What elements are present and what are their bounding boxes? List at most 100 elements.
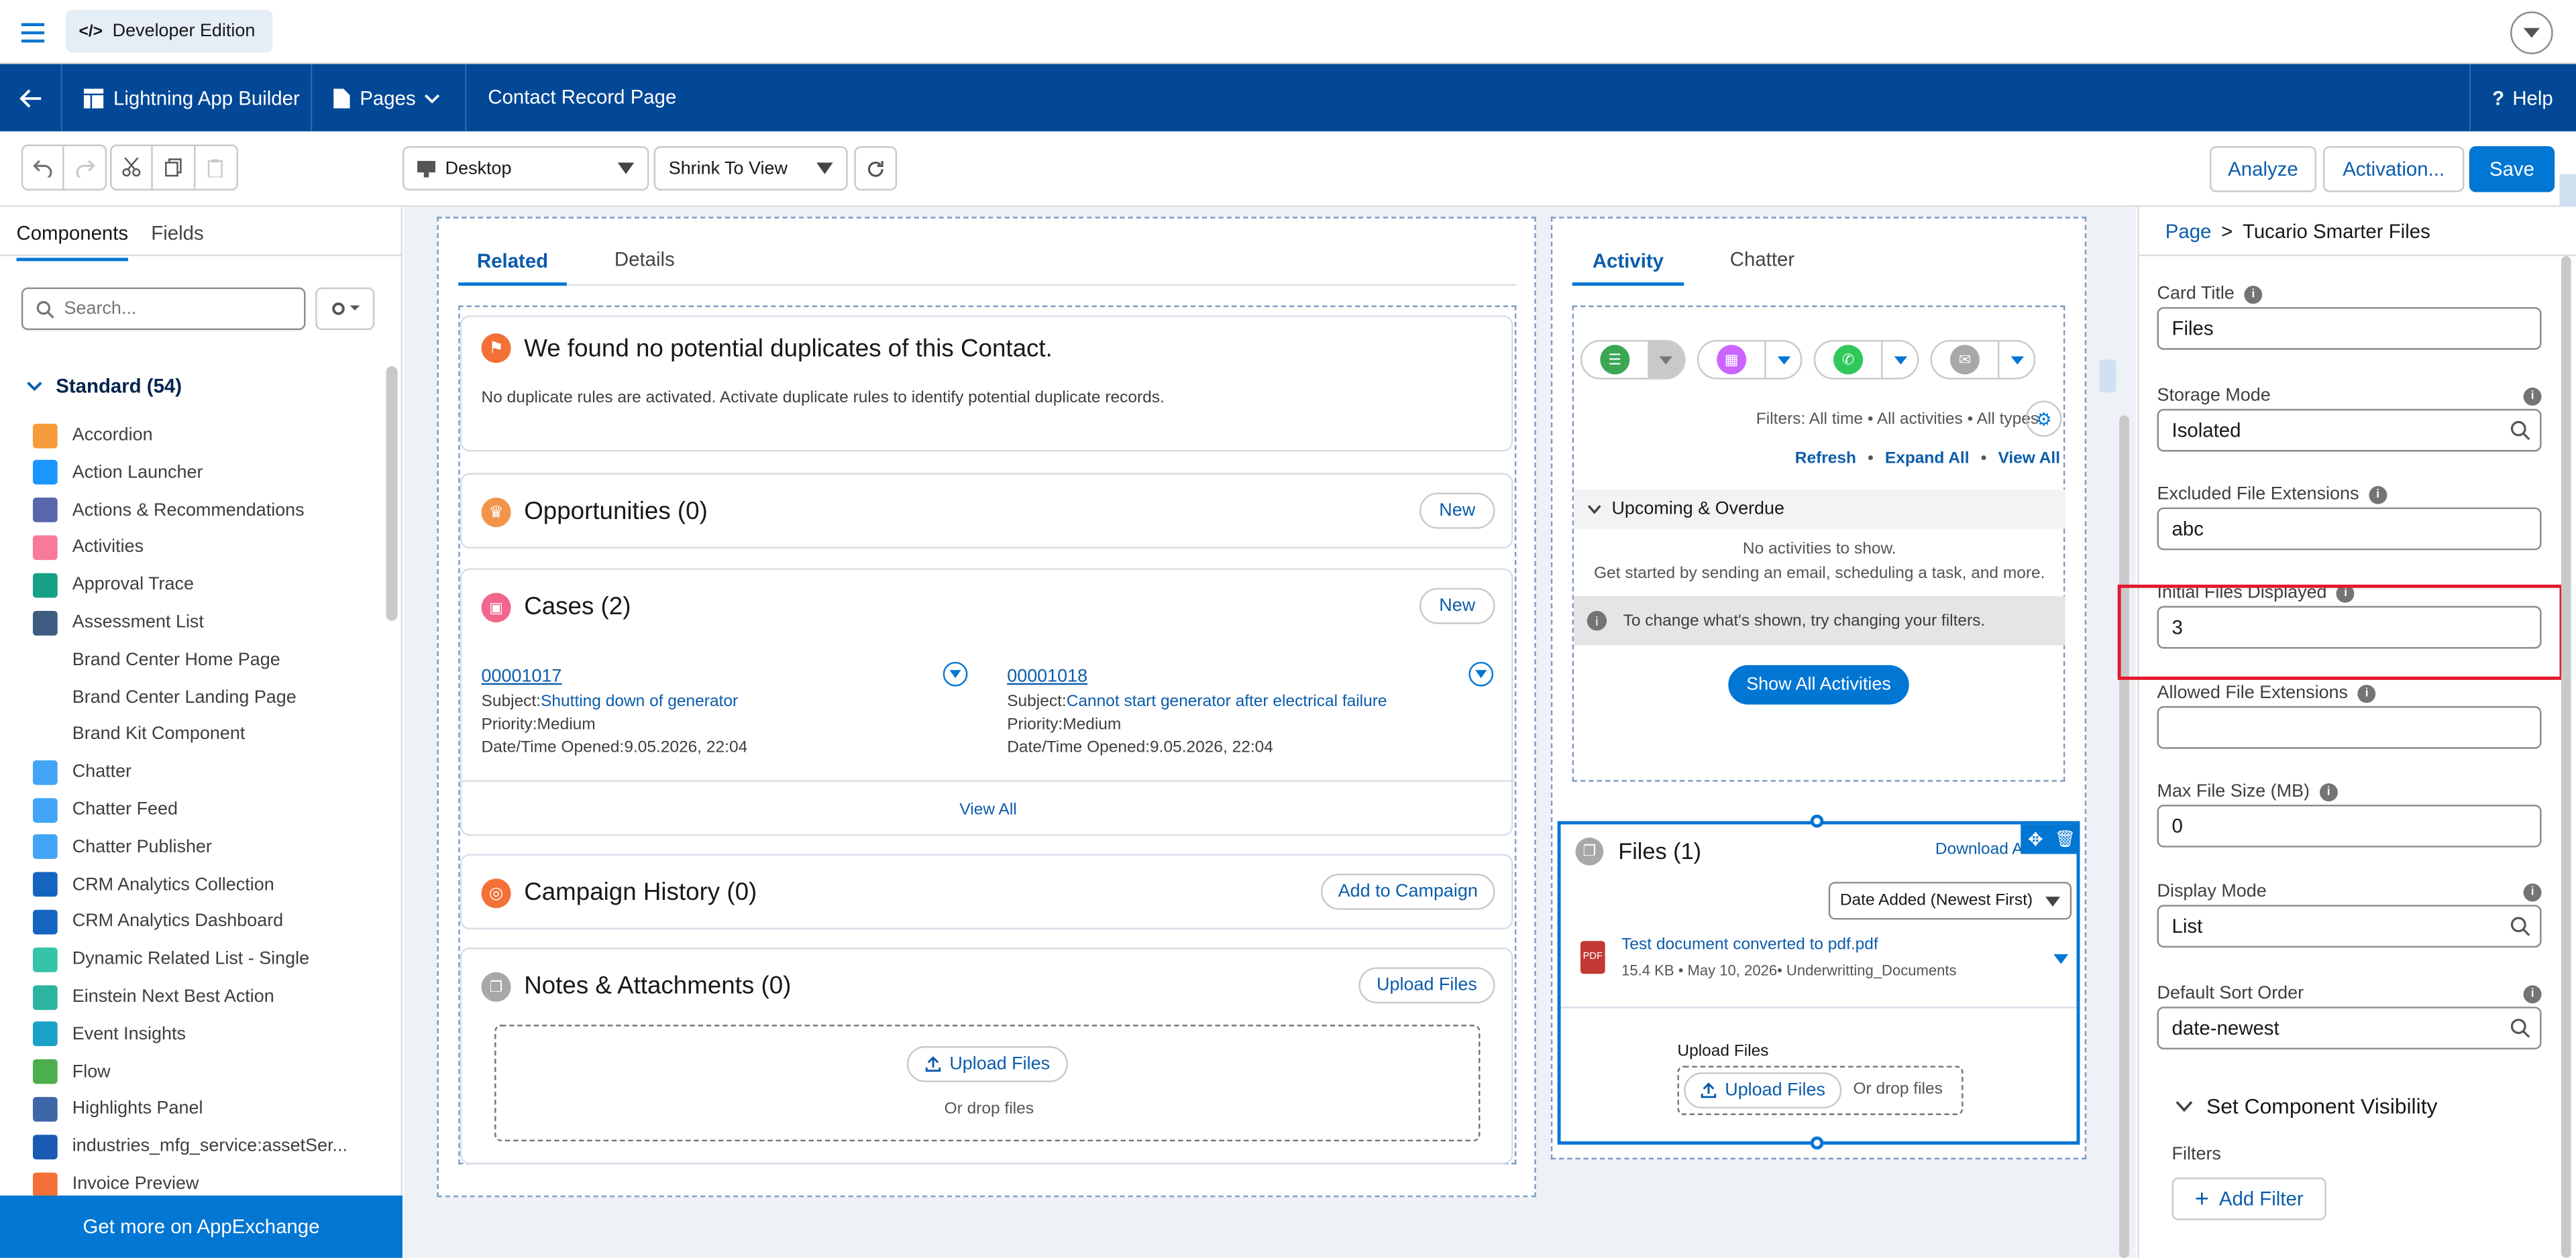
back-arrow-icon[interactable] xyxy=(0,64,63,131)
cases-view-all-link[interactable]: View All xyxy=(462,801,1515,819)
notes-upload-button[interactable]: Upload Files xyxy=(906,1046,1068,1082)
save-button[interactable]: Save xyxy=(2469,146,2555,192)
sidebar-scrollbar[interactable] xyxy=(386,366,398,621)
component-item[interactable]: Highlights Panel xyxy=(32,1093,203,1126)
cut-icon[interactable] xyxy=(112,146,154,189)
task-icon[interactable]: ☰ xyxy=(1582,341,1648,378)
breadcrumb-page-link[interactable]: Page xyxy=(2165,219,2212,242)
component-item[interactable]: Action Launcher xyxy=(32,456,203,489)
component-item[interactable]: Approval Trace xyxy=(32,569,194,602)
gear-icon[interactable] xyxy=(315,287,375,331)
refresh-icon[interactable] xyxy=(854,146,898,191)
component-item[interactable]: Chatter Publisher xyxy=(32,831,212,864)
max-file-size-input[interactable]: 0 xyxy=(2157,805,2542,848)
component-item[interactable]: Assessment List xyxy=(32,606,204,639)
resize-handle-bottom[interactable] xyxy=(1810,1136,1824,1150)
component-visibility-section[interactable]: Set Component Visibility xyxy=(2175,1094,2437,1119)
paste-icon[interactable] xyxy=(195,146,237,189)
component-item[interactable]: Event Insights xyxy=(32,1018,186,1051)
show-all-activities-button[interactable]: Show All Activities xyxy=(1728,665,1909,705)
case-menu-icon[interactable] xyxy=(1468,661,1494,687)
component-item[interactable]: CRM Analytics Dashboard xyxy=(32,905,283,938)
tab-details[interactable]: Details xyxy=(614,248,675,271)
call-dropdown-icon[interactable] xyxy=(1881,341,1917,378)
calendar-icon[interactable]: ▦ xyxy=(1699,341,1764,378)
component-item[interactable]: Brand Center Landing Page xyxy=(33,681,297,713)
default-sort-order-input[interactable]: date-newest xyxy=(2157,1007,2542,1049)
info-icon[interactable]: i xyxy=(2523,882,2542,901)
files-drop-zone[interactable]: Upload Files Or drop files xyxy=(1677,1066,1964,1115)
info-icon[interactable]: i xyxy=(2369,485,2387,504)
email-dropdown-icon[interactable] xyxy=(1997,341,2034,378)
copy-icon[interactable] xyxy=(154,146,195,189)
activation-button[interactable]: Activation... xyxy=(2322,146,2465,192)
info-icon[interactable]: i xyxy=(2319,782,2338,801)
search-input[interactable] xyxy=(64,298,294,319)
standard-section[interactable]: Standard (54) xyxy=(26,374,182,398)
task-dropdown-icon[interactable] xyxy=(1648,341,1684,378)
user-menu-icon[interactable] xyxy=(2510,11,2553,54)
info-icon[interactable]: i xyxy=(2357,684,2376,702)
panel-toggle[interactable] xyxy=(2559,174,2576,207)
device-select[interactable]: Desktop xyxy=(402,146,649,191)
files-component[interactable]: ❐ Files (1) Download All ✥ 🗑 Date Added … xyxy=(1557,821,2080,1145)
view-select[interactable]: Shrink To View xyxy=(653,146,848,191)
appexchange-button[interactable]: Get more on AppExchange xyxy=(0,1195,403,1258)
new-case-button[interactable]: New xyxy=(1419,587,1495,624)
component-item[interactable]: Einstein Next Best Action xyxy=(32,980,274,1013)
excluded-extensions-input[interactable]: abc xyxy=(2157,507,2542,551)
component-item[interactable]: Activities xyxy=(32,531,144,564)
component-item[interactable]: Actions & Recommendations xyxy=(32,494,305,526)
component-item[interactable]: Brand Kit Component xyxy=(33,718,246,751)
files-sort-select[interactable]: Date Added (Newest First) xyxy=(1828,882,2072,920)
refresh-link[interactable]: Refresh xyxy=(1795,450,1856,468)
resize-handle-top[interactable] xyxy=(1810,814,1824,828)
settings-gear-icon[interactable]: ⚙ xyxy=(2025,400,2062,437)
component-item[interactable]: Chatter xyxy=(32,756,131,789)
expand-all-link[interactable]: Expand All xyxy=(1885,450,1970,468)
upcoming-overdue-header[interactable]: Upcoming & Overdue xyxy=(1574,489,2065,529)
menu-icon[interactable] xyxy=(16,16,49,49)
canvas-scrollbar[interactable] xyxy=(2119,415,2129,1258)
component-item[interactable]: Flow xyxy=(32,1055,111,1088)
new-opportunity-button[interactable]: New xyxy=(1419,492,1495,529)
redo-icon[interactable] xyxy=(64,146,105,189)
component-item[interactable]: CRM Analytics Collection xyxy=(32,868,274,901)
component-item[interactable]: Accordion xyxy=(32,418,153,451)
info-icon[interactable]: i xyxy=(2523,984,2542,1003)
tab-activity[interactable]: Activity xyxy=(1572,240,1684,286)
allowed-extensions-input[interactable] xyxy=(2157,706,2542,749)
component-item[interactable]: Chatter Feed xyxy=(32,793,178,826)
add-to-campaign-button[interactable]: Add to Campaign xyxy=(1320,873,1495,910)
display-mode-input[interactable]: List xyxy=(2157,905,2542,948)
component-item[interactable]: Dynamic Related List - Single xyxy=(32,943,309,976)
help-button[interactable]: ? Help xyxy=(2469,64,2576,131)
view-all-link[interactable]: View All xyxy=(1998,450,2060,468)
canvas-collapse-toggle[interactable] xyxy=(2099,359,2116,393)
info-icon[interactable]: i xyxy=(2523,386,2542,405)
add-filter-button[interactable]: + Add Filter xyxy=(2171,1177,2326,1220)
delete-icon[interactable]: 🗑 xyxy=(2050,824,2080,854)
panel-scrollbar[interactable] xyxy=(2561,256,2571,1258)
notes-upload-files-button[interactable]: Upload Files xyxy=(1358,967,1495,1004)
undo-icon[interactable] xyxy=(23,146,64,189)
notes-drop-zone[interactable]: Upload Files Or drop files xyxy=(494,1025,1481,1142)
download-all-link[interactable]: Download All xyxy=(1935,841,2034,859)
info-icon[interactable]: i xyxy=(2244,284,2263,303)
case-menu-icon[interactable] xyxy=(943,661,968,687)
tab-chatter[interactable]: Chatter xyxy=(1730,248,1794,271)
tab-related[interactable]: Related xyxy=(458,240,567,286)
event-dropdown-icon[interactable] xyxy=(1764,341,1801,378)
component-item[interactable]: industries_mfg_service:assetSer... xyxy=(32,1130,347,1163)
phone-icon[interactable]: ✆ xyxy=(1815,341,1881,378)
files-upload-button[interactable]: Upload Files xyxy=(1684,1072,1842,1109)
storage-mode-input[interactable]: Isolated xyxy=(2157,408,2542,452)
file-menu-icon[interactable] xyxy=(2053,954,2069,964)
tab-components[interactable]: Components xyxy=(16,222,129,262)
analyze-button[interactable]: Analyze xyxy=(2209,146,2317,192)
component-item[interactable]: Brand Center Home Page xyxy=(33,644,280,677)
case-subject-link[interactable]: Shutting down of generator xyxy=(541,693,738,711)
case-number-link[interactable]: 00001017 xyxy=(482,665,975,688)
card-title-input[interactable]: Files xyxy=(2157,306,2542,350)
move-icon[interactable]: ✥ xyxy=(2021,824,2050,854)
